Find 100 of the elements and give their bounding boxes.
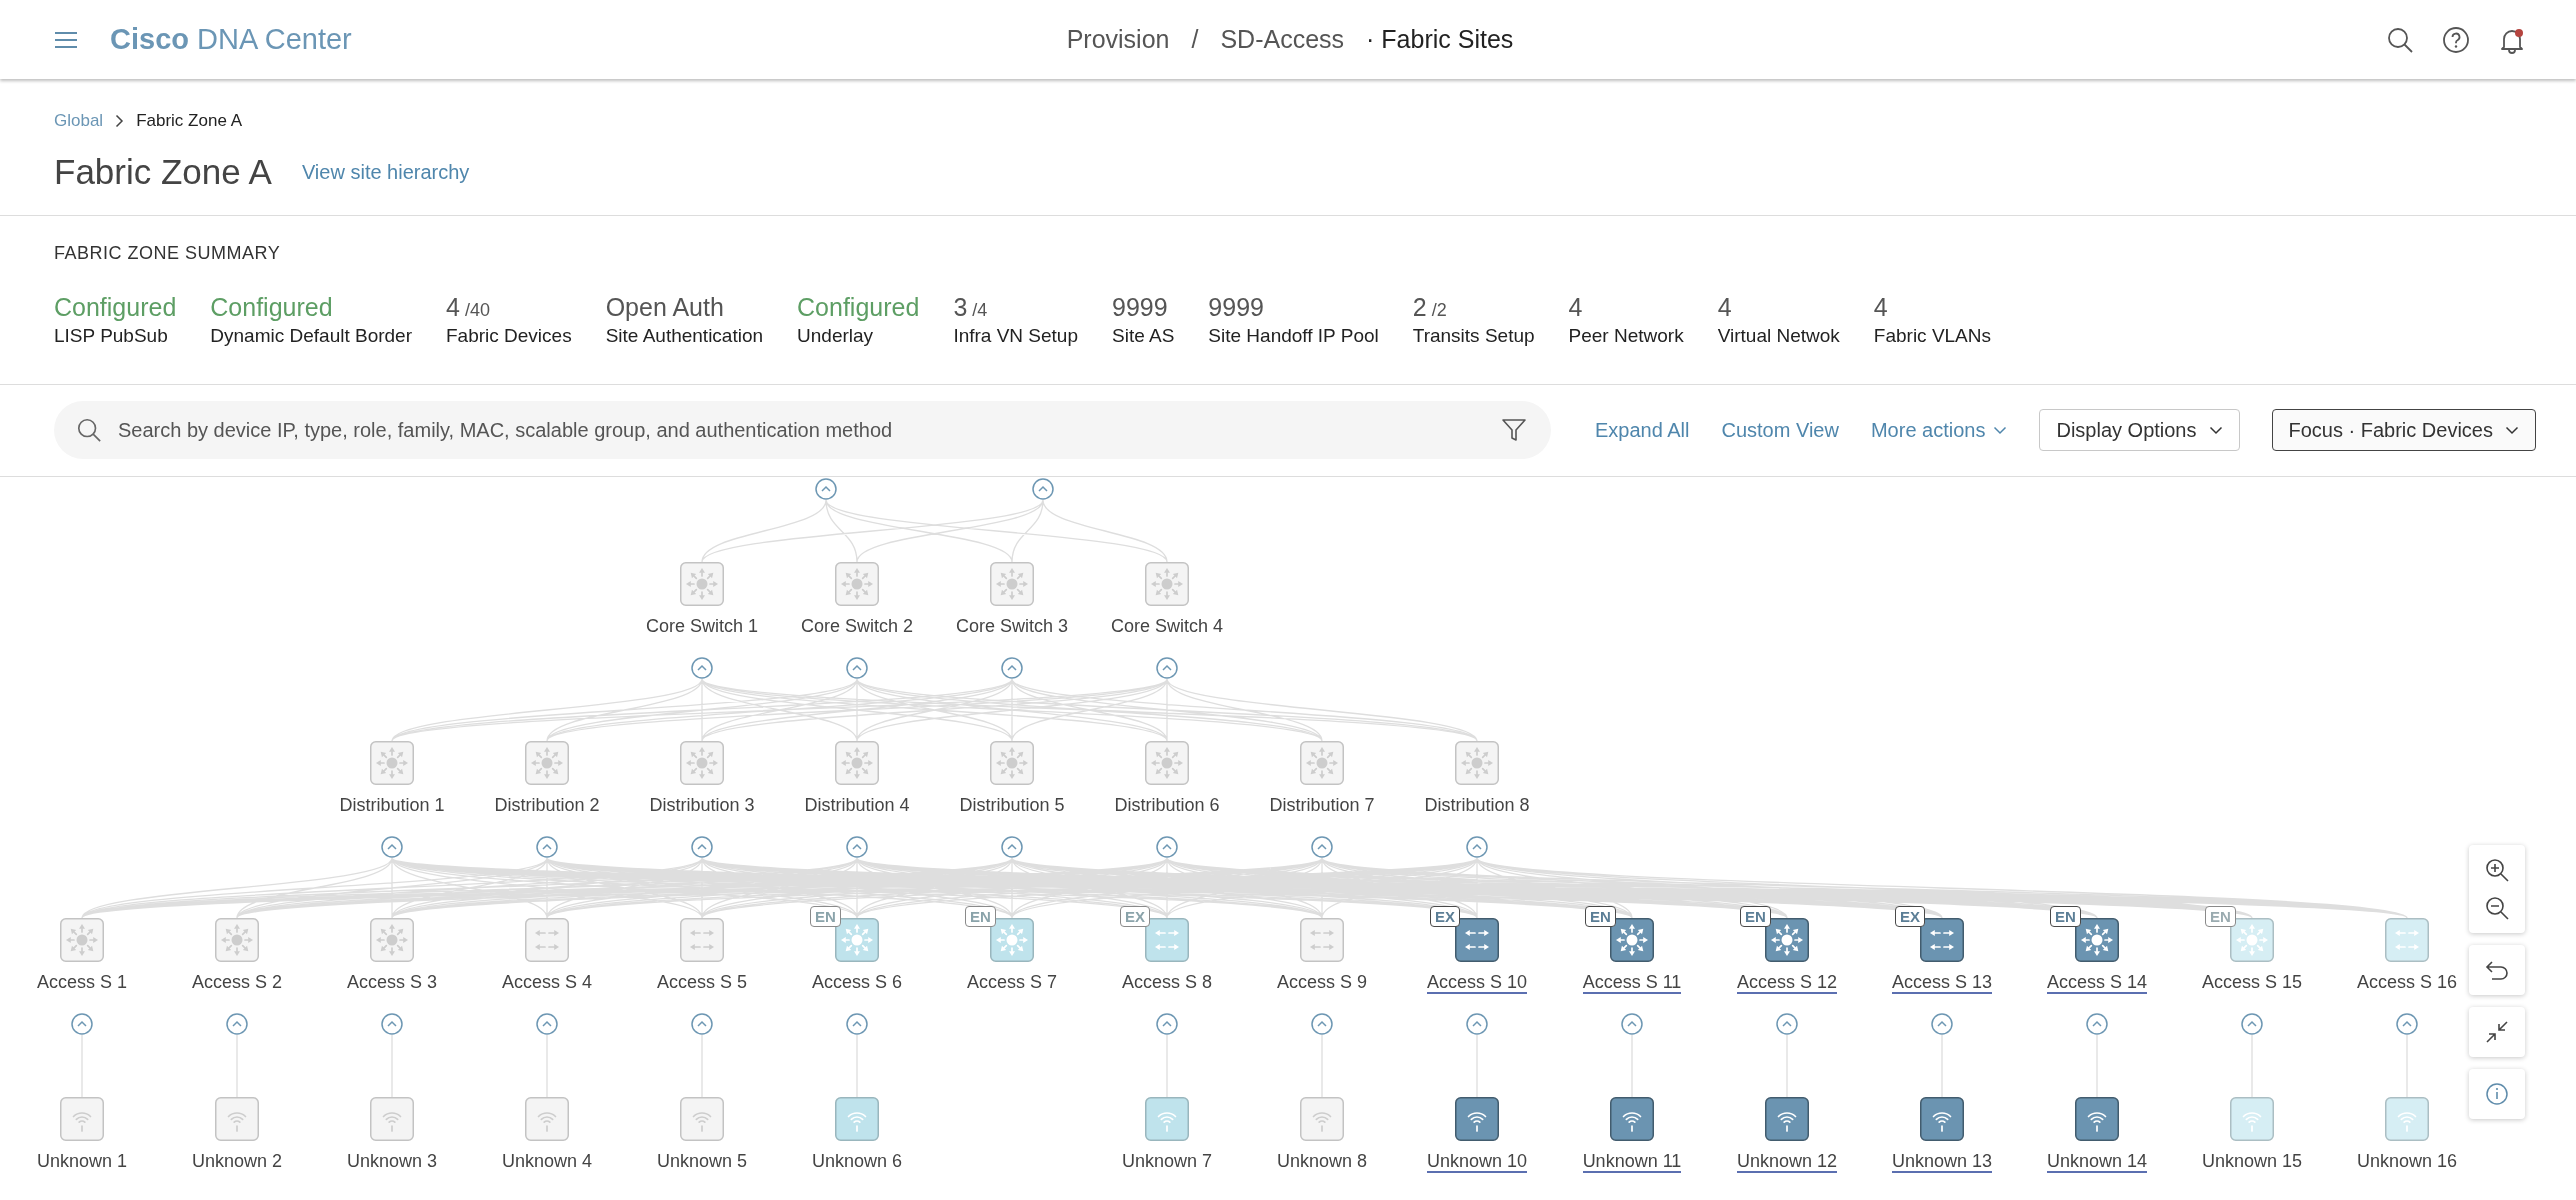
circled-chevron-icon[interactable] bbox=[1156, 1013, 1178, 1035]
circled-chevron-icon[interactable] bbox=[1001, 836, 1023, 858]
switch-icon[interactable] bbox=[1300, 918, 1344, 962]
switch-icon[interactable] bbox=[525, 918, 569, 962]
node-label[interactable]: Unknown 10 bbox=[1426, 1151, 1528, 1173]
role-badge: EX bbox=[1120, 906, 1150, 927]
toolbar-link[interactable]: Expand All bbox=[1594, 418, 1690, 442]
circled-chevron-icon[interactable] bbox=[381, 836, 403, 858]
node-label[interactable]: Access S 11 bbox=[1582, 972, 1682, 994]
nav-link[interactable]: Provision bbox=[1066, 25, 1170, 54]
circled-chevron-icon[interactable] bbox=[846, 657, 868, 679]
node-label[interactable]: Unknown 11 bbox=[1582, 1151, 1682, 1173]
node-label[interactable]: Unknown 14 bbox=[2046, 1151, 2148, 1173]
multilayer-switch-icon[interactable] bbox=[1300, 741, 1344, 785]
circled-chevron-icon[interactable] bbox=[71, 1013, 93, 1035]
zoom-in-icon[interactable] bbox=[2484, 857, 2510, 883]
circled-chevron-icon[interactable] bbox=[1156, 657, 1178, 679]
menu-icon[interactable] bbox=[54, 30, 78, 49]
circled-chevron-icon[interactable] bbox=[1311, 836, 1333, 858]
multilayer-switch-icon[interactable] bbox=[1145, 741, 1189, 785]
switch-icon[interactable] bbox=[1145, 918, 1189, 962]
dropdown-button[interactable]: Display Options bbox=[2039, 409, 2240, 451]
multilayer-switch-icon[interactable] bbox=[1610, 918, 1654, 962]
node-label[interactable]: Unknown 13 bbox=[1891, 1151, 1993, 1173]
fit-view-button[interactable] bbox=[2469, 1007, 2525, 1057]
circled-chevron-icon[interactable] bbox=[691, 836, 713, 858]
info-icon bbox=[2485, 1082, 2509, 1106]
switch-icon[interactable] bbox=[680, 918, 724, 962]
collapse-arrows-icon bbox=[2485, 1020, 2509, 1044]
search-input[interactable]: Search by device IP, type, role, family, MAC, scalable group, and authentication method bbox=[116, 417, 1487, 443]
switch-icon[interactable] bbox=[1455, 918, 1499, 962]
info-button[interactable] bbox=[2469, 1069, 2525, 1119]
nav-link[interactable]: SD-Access bbox=[1220, 25, 1345, 54]
circled-chevron-icon[interactable] bbox=[846, 836, 868, 858]
toolbar-link[interactable]: More actions bbox=[1870, 418, 2008, 442]
circled-chevron-icon[interactable] bbox=[1466, 836, 1488, 858]
circled-chevron-icon[interactable] bbox=[815, 478, 837, 500]
multilayer-switch-icon[interactable] bbox=[835, 562, 879, 606]
circled-chevron-icon[interactable] bbox=[1931, 1013, 1953, 1035]
multilayer-switch-icon[interactable] bbox=[60, 918, 104, 962]
circled-chevron-icon[interactable] bbox=[1156, 836, 1178, 858]
multilayer-switch-icon[interactable] bbox=[1455, 741, 1499, 785]
role-badge: EN bbox=[1740, 906, 1771, 927]
site-hierarchy-link[interactable]: View site hierarchy bbox=[301, 160, 470, 184]
circled-chevron-icon[interactable] bbox=[2086, 1013, 2108, 1035]
node-label[interactable]: Access S 14 bbox=[2046, 972, 2147, 994]
circled-chevron-icon[interactable] bbox=[1466, 1013, 1488, 1035]
circled-chevron-icon[interactable] bbox=[2241, 1013, 2263, 1035]
circled-chevron-icon[interactable] bbox=[846, 1013, 868, 1035]
circled-chevron-icon[interactable] bbox=[691, 1013, 713, 1035]
undo-button[interactable] bbox=[2469, 945, 2525, 995]
multilayer-switch-icon[interactable] bbox=[990, 918, 1034, 962]
circled-chevron-icon[interactable] bbox=[381, 1013, 403, 1035]
switch-icon[interactable] bbox=[2385, 918, 2429, 962]
multilayer-switch-icon[interactable] bbox=[215, 918, 259, 962]
multilayer-switch-icon[interactable] bbox=[680, 562, 724, 606]
multilayer-switch-icon[interactable] bbox=[2230, 918, 2274, 962]
circled-chevron-icon[interactable] bbox=[1032, 478, 1054, 500]
filter-icon[interactable] bbox=[1500, 417, 1527, 443]
wifi-icon[interactable] bbox=[1765, 1097, 1809, 1141]
switch-icon[interactable] bbox=[1920, 918, 1964, 962]
page-title: Fabric Zone A bbox=[54, 151, 272, 193]
circled-chevron-icon[interactable] bbox=[1621, 1013, 1643, 1035]
toolbar-link[interactable]: Custom View bbox=[1721, 418, 1839, 442]
multilayer-switch-icon[interactable] bbox=[990, 741, 1034, 785]
dropdown-button[interactable]: Focus · Fabric Devices bbox=[2271, 409, 2536, 451]
current-page: · Fabric Sites bbox=[1366, 25, 1514, 54]
node-label[interactable]: Access S 10 bbox=[1426, 972, 1527, 994]
multilayer-switch-icon[interactable] bbox=[370, 741, 414, 785]
multilayer-switch-icon[interactable] bbox=[1145, 562, 1189, 606]
multilayer-switch-icon[interactable] bbox=[370, 918, 414, 962]
summary-total: /4 bbox=[972, 300, 988, 321]
multilayer-switch-icon[interactable] bbox=[2075, 918, 2119, 962]
multilayer-switch-icon[interactable] bbox=[990, 562, 1034, 606]
wifi-icon[interactable] bbox=[2075, 1097, 2119, 1141]
search-field[interactable]: Search by device IP, type, role, family, MAC, scalable group, and authentication method bbox=[54, 401, 1551, 459]
wifi-icon[interactable] bbox=[1455, 1097, 1499, 1141]
node-label[interactable]: Unknown 12 bbox=[1736, 1151, 1838, 1173]
circled-chevron-icon[interactable] bbox=[691, 657, 713, 679]
circled-chevron-icon[interactable] bbox=[536, 836, 558, 858]
help-icon[interactable] bbox=[2442, 25, 2470, 54]
circled-chevron-icon[interactable] bbox=[1001, 657, 1023, 679]
multilayer-switch-icon[interactable] bbox=[525, 741, 569, 785]
wifi-icon[interactable] bbox=[1920, 1097, 1964, 1141]
circled-chevron-icon[interactable] bbox=[1311, 1013, 1333, 1035]
multilayer-switch-icon[interactable] bbox=[835, 918, 879, 962]
circled-chevron-icon[interactable] bbox=[226, 1013, 248, 1035]
zoom-out-icon[interactable] bbox=[2484, 895, 2510, 921]
node-label[interactable]: Access S 12 bbox=[1736, 972, 1837, 994]
multilayer-switch-icon[interactable] bbox=[680, 741, 724, 785]
circled-chevron-icon[interactable] bbox=[1776, 1013, 1798, 1035]
multilayer-switch-icon[interactable] bbox=[1765, 918, 1809, 962]
node-label[interactable]: Access S 13 bbox=[1891, 972, 1992, 994]
multilayer-switch-icon[interactable] bbox=[835, 741, 879, 785]
search-icon bbox=[76, 417, 102, 443]
search-icon[interactable] bbox=[2386, 25, 2414, 54]
wifi-icon[interactable] bbox=[1610, 1097, 1654, 1141]
circled-chevron-icon[interactable] bbox=[536, 1013, 558, 1035]
circled-chevron-icon[interactable] bbox=[2396, 1013, 2418, 1035]
breadcrumb-current: Fabric Zone A bbox=[136, 110, 242, 132]
